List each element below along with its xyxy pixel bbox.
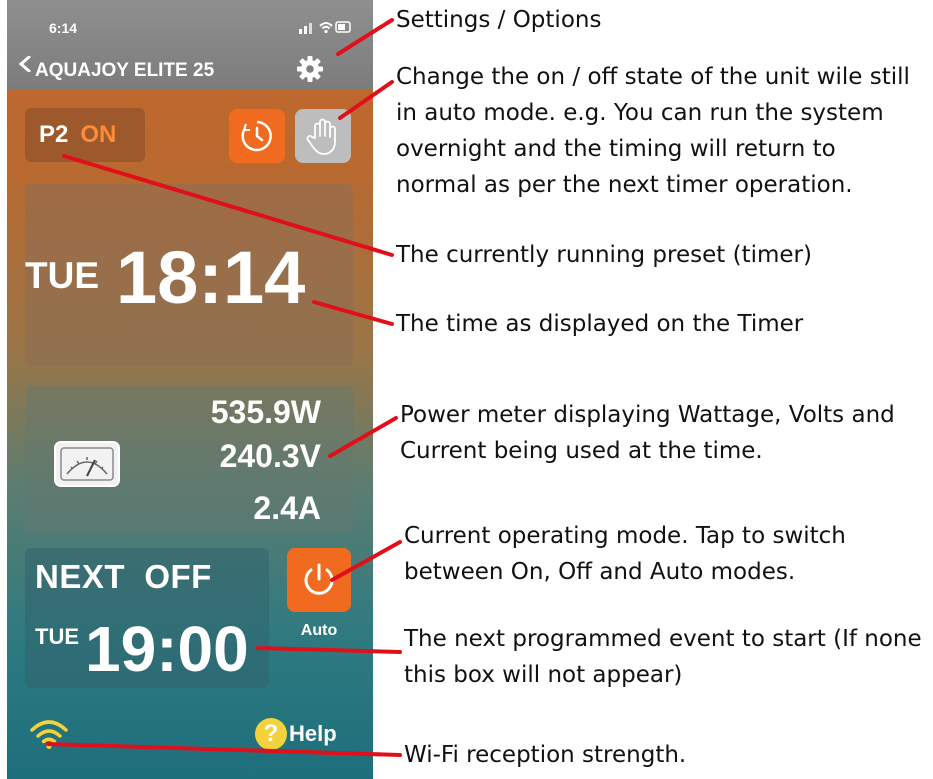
- app-title: AQUAJOY ELITE 25: [35, 60, 215, 81]
- gear-icon[interactable]: [295, 54, 325, 84]
- current-day: TUE: [25, 255, 99, 296]
- status-time: 6:14: [49, 20, 78, 36]
- annotation-next-line2: this box will not appear): [404, 662, 683, 688]
- power-icon: [304, 563, 334, 595]
- wifi-icon: [30, 720, 68, 749]
- current-time: 18:14: [116, 236, 306, 319]
- hand-icon: [306, 118, 336, 155]
- running-preset: P2 ON: [25, 108, 145, 162]
- next-event-day: TUE: [35, 624, 79, 649]
- preset-state: ON: [80, 121, 117, 148]
- watts-readout: 535.9W: [210, 394, 321, 430]
- annotation-mode-line1: Current operating mode. Tap to switch: [404, 523, 846, 549]
- annotation-time: The time as displayed on the Timer: [396, 311, 804, 337]
- volts-readout: 240.3V: [219, 438, 321, 474]
- annotation-onoff-line3: overnight and the timing will return to: [396, 136, 836, 162]
- annotation-settings: Settings / Options: [396, 7, 602, 33]
- status-icons: [299, 20, 353, 37]
- annotation-power-line2: Current being used at the time.: [400, 438, 763, 464]
- next-event-label: NEXT OFF: [35, 558, 212, 595]
- annotation-wifi: Wi-Fi reception strength.: [404, 742, 687, 768]
- annotation-power-line1: Power meter displaying Wattage, Volts an…: [400, 402, 895, 428]
- manual-override-button[interactable]: [295, 109, 351, 163]
- annotation-onoff-line1: Change the on / off state of the unit wi…: [396, 64, 910, 90]
- preset-name: P2: [39, 121, 69, 148]
- mode-button[interactable]: [287, 548, 351, 612]
- annotation-onoff-line4: normal as per the next timer operation.: [396, 172, 853, 198]
- annotation-onoff-line2: in auto mode. e.g. You can run the syste…: [396, 100, 884, 126]
- phone-screen: 6:14 AQUAJOY ELITE 25 P2 ON TUE 18:14 53…: [7, 0, 373, 779]
- annotation-preset: The currently running preset (timer): [396, 242, 812, 268]
- amps-readout: 2.4A: [253, 490, 321, 526]
- annotation-mode-line2: between On, Off and Auto modes.: [404, 559, 796, 585]
- annotation-next-line1: The next programmed event to start (If n…: [404, 626, 922, 652]
- help-icon[interactable]: ?: [255, 718, 287, 750]
- mode-label: Auto: [300, 622, 338, 639]
- clock-icon: [241, 120, 272, 152]
- timer-button[interactable]: [229, 109, 285, 163]
- next-event-time: 19:00: [85, 613, 249, 685]
- power-meter-icon: [54, 441, 120, 487]
- help-button[interactable]: Help: [289, 721, 337, 747]
- chevron-left-icon[interactable]: [17, 56, 33, 72]
